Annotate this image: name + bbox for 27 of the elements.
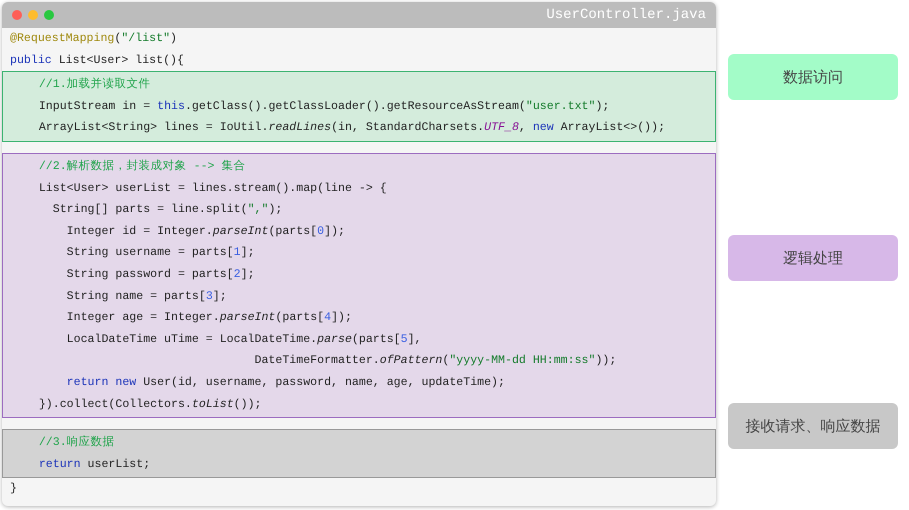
code-line: Integer age = Integer.parseInt(parts[4]); (66, 310, 353, 326)
minimize-dot-icon[interactable] (28, 10, 38, 20)
code-line: LocalDateTime uTime = LocalDateTime.parse(parts[5], (66, 332, 423, 348)
close-dot-icon[interactable] (12, 10, 22, 20)
section-label: 逻辑处理 (728, 235, 898, 281)
code-line: Integer id = Integer.parseInt(parts[0]); (66, 224, 346, 240)
maximize-dot-icon[interactable] (44, 10, 54, 20)
code-line: //2.解析数据，封装成对象 --> 集合 (38, 158, 246, 175)
section-label: 接收请求、响应数据 (728, 403, 898, 449)
code-line: String name = parts[3]; (66, 288, 228, 305)
window-title: UserController.java (546, 7, 706, 23)
code-line: //1.加载并读取文件 (38, 76, 152, 94)
code-line: //3.响应数据 (38, 434, 116, 452)
code-line: ArrayList<String> lines = IoUtil.readLines(in, StandardCharsets.UTF_8, new ArrayList<>()); (38, 120, 666, 136)
code-line: String[] parts = line.split(","); (52, 202, 284, 218)
code-line: String password = parts[2]; (66, 266, 256, 283)
code-line: List<User> userList = lines.stream().map(line -> { (38, 180, 388, 197)
code-line: InputStream in = this.getClass().getClassLoader().getResourceAsStream("user.txt"); (38, 98, 610, 115)
code-line: DateTimeFormatter.ofPattern("yyyy-MM-dd HH:mm:ss")); (254, 353, 618, 370)
code-line: return userList; (38, 456, 152, 473)
code-line: } (9, 481, 18, 498)
code-line: return new User(id, username, password, name, age, updateTime); (66, 374, 506, 391)
code-line: String username = parts[1]; (66, 245, 256, 262)
code-line: }).collect(Collectors.toList()); (38, 396, 262, 412)
code-line: public List<User> list(){ (9, 52, 185, 69)
code-line: @RequestMapping("/list") (9, 31, 178, 47)
section-label: 数据访问 (728, 54, 898, 100)
